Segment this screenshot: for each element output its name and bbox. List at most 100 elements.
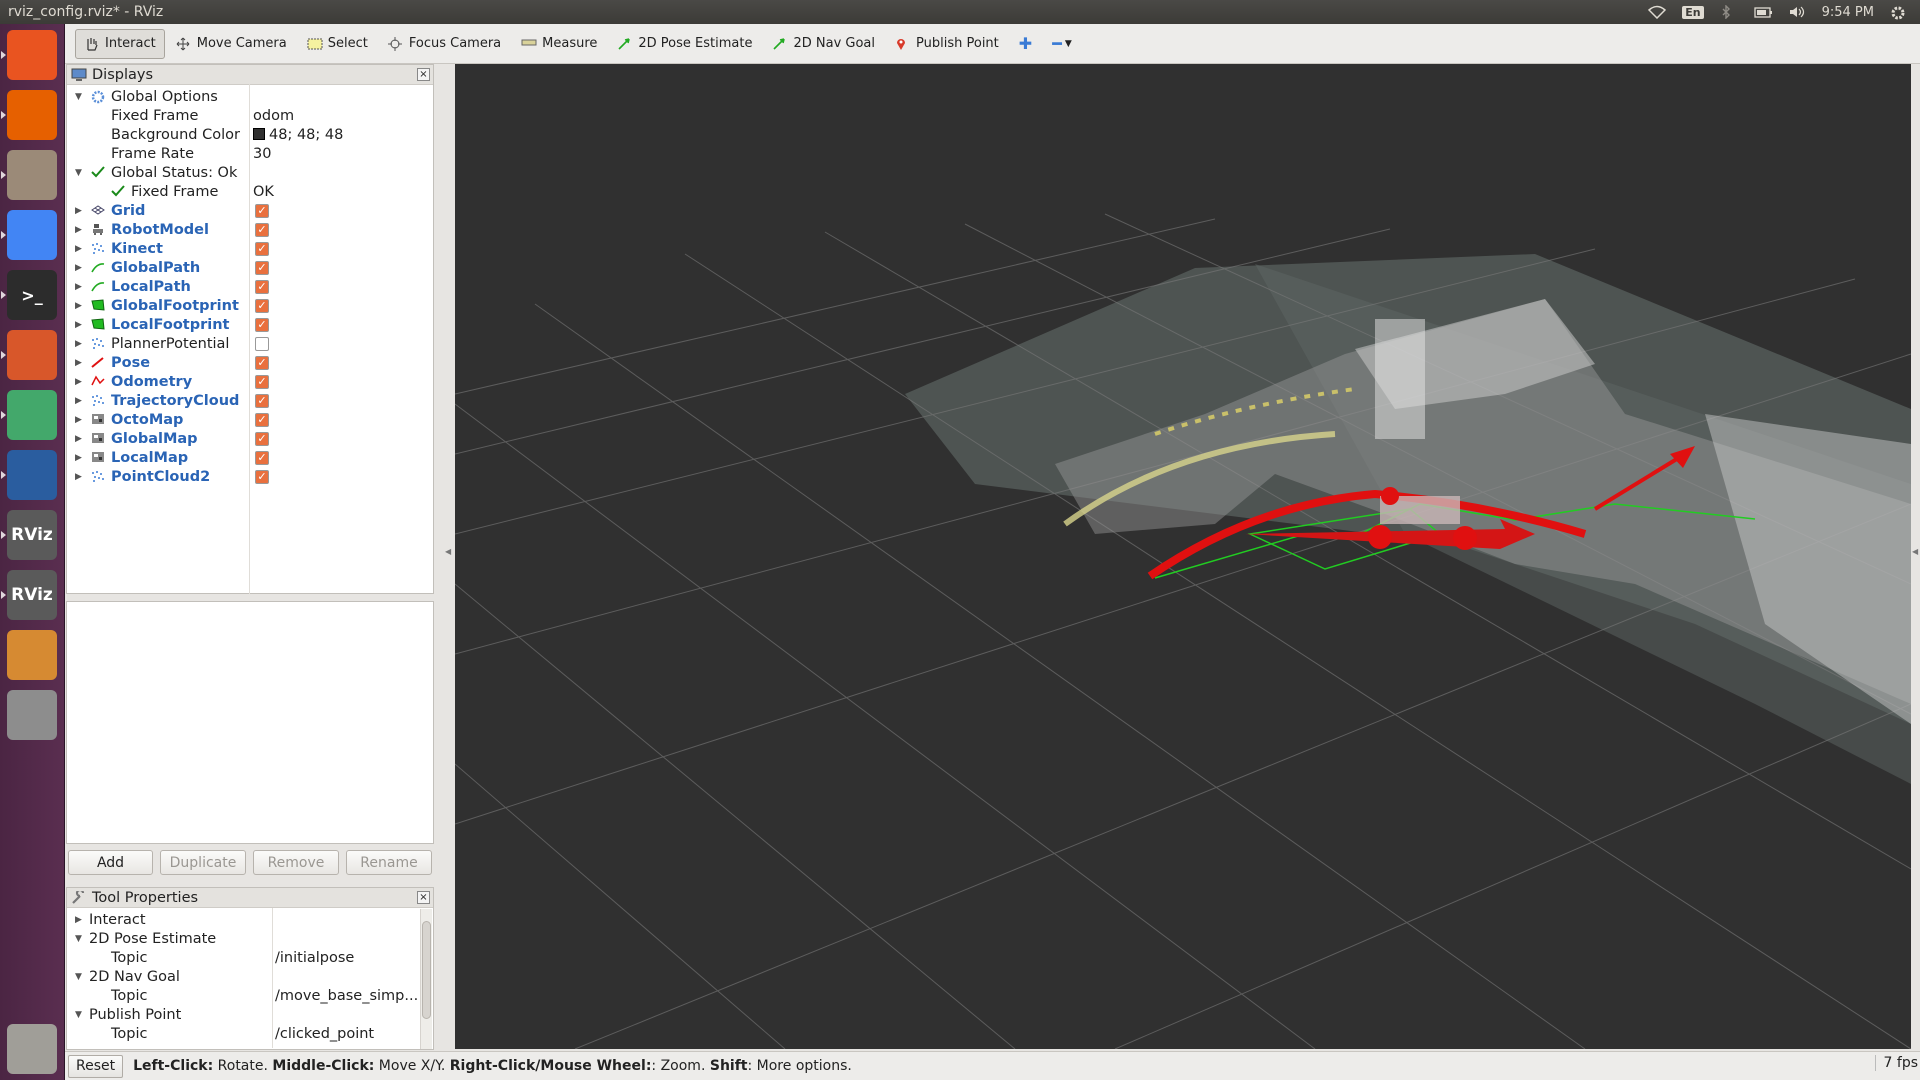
drive-icon[interactable] — [7, 690, 57, 740]
value-cell[interactable]: /move_base_simp... — [275, 988, 418, 1004]
tree-row-value[interactable]: /move_base_simp... — [275, 988, 418, 1004]
tool-property-row[interactable]: Topic/clicked_point — [67, 1024, 433, 1043]
tree-row-value[interactable]: OK — [253, 184, 274, 200]
display-item-globalfootprint[interactable]: ▶ GlobalFootprint ✓ — [67, 296, 433, 315]
expand-arrow-right-icon[interactable]: ▶ — [75, 320, 85, 330]
expand-arrow-down-icon[interactable]: ▼ — [75, 92, 85, 102]
tool-property-row[interactable]: ▼ Publish Point — [67, 1005, 433, 1024]
tool-publish-point[interactable]: Publish Point — [886, 29, 1008, 59]
expand-arrow-down-icon[interactable]: ▼ — [75, 972, 85, 982]
value-cell[interactable]: 48; 48; 48 — [253, 127, 343, 143]
expand-arrow-down-icon[interactable]: ▼ — [75, 934, 85, 944]
enable-checkbox[interactable]: ✓ — [255, 298, 269, 313]
value-cell[interactable]: /initialpose — [275, 950, 354, 966]
enable-checkbox[interactable]: ✓ — [255, 317, 269, 332]
display-option-row[interactable]: Background Color 48; 48; 48 — [67, 125, 433, 144]
expand-arrow-right-icon[interactable]: ▶ — [75, 434, 85, 444]
enable-checkbox[interactable]: ✓ — [255, 222, 269, 237]
enable-checkbox[interactable]: ✓ — [255, 260, 269, 275]
tree-row-value[interactable]: 30 — [253, 146, 271, 162]
expand-arrow-right-icon[interactable]: ▶ — [75, 244, 85, 254]
duplicate-button[interactable]: Duplicate — [160, 850, 246, 875]
reset-button[interactable]: Reset — [68, 1054, 124, 1078]
add-tool-button[interactable]: ✚ — [1010, 29, 1041, 59]
display-item-localmap[interactable]: ▶ LocalMap ✓ — [67, 448, 433, 467]
firefox-icon[interactable] — [7, 90, 57, 140]
tool-property-row[interactable]: ▶ Interact — [67, 910, 433, 929]
tree-row-value[interactable]: 48; 48; 48 — [269, 127, 343, 143]
value-cell[interactable]: OK — [253, 184, 274, 200]
tool-move-camera[interactable]: Move Camera — [167, 29, 296, 59]
bluetooth-icon[interactable] — [1720, 4, 1738, 20]
enable-checkbox[interactable]: ✓ — [255, 431, 269, 446]
display-option-row[interactable]: Frame Rate 30 — [67, 144, 433, 163]
display-item-pose[interactable]: ▶ Pose ✓ — [67, 353, 433, 372]
display-item-grid[interactable]: ▶ Grid ✓ — [67, 201, 433, 220]
display-option-row[interactable]: Fixed Frame OK — [67, 182, 433, 201]
display-item-octomap[interactable]: ▶ OctoMap ✓ — [67, 410, 433, 429]
enable-checkbox[interactable]: ✓ — [255, 241, 269, 256]
expand-arrow-right-icon[interactable]: ▶ — [75, 453, 85, 463]
rviz-icon[interactable]: RViz — [7, 510, 57, 560]
column-divider[interactable] — [249, 84, 250, 594]
expand-arrow-down-icon[interactable]: ▼ — [75, 1010, 85, 1020]
enable-checkbox[interactable]: ✓ — [255, 355, 269, 370]
display-option-row[interactable]: ▼ Global Status: Ok — [67, 163, 433, 182]
expand-arrow-right-icon[interactable]: ▶ — [75, 282, 85, 292]
close-icon[interactable]: × — [417, 68, 430, 81]
expand-arrow-right-icon[interactable]: ▶ — [75, 301, 85, 311]
enable-checkbox[interactable]: ✓ — [255, 279, 269, 294]
keyboard-layout-indicator[interactable]: En — [1682, 5, 1704, 19]
tool-property-row[interactable]: Topic/move_base_simp... — [67, 986, 433, 1005]
expand-arrow-right-icon[interactable]: ▶ — [75, 206, 85, 216]
display-option-row[interactable]: ▼ Global Options — [67, 87, 433, 106]
display-item-globalmap[interactable]: ▶ GlobalMap ✓ — [67, 429, 433, 448]
rviz-icon[interactable]: RViz — [7, 570, 57, 620]
value-cell[interactable]: /clicked_point — [275, 1026, 374, 1042]
expand-arrow-right-icon[interactable]: ▶ — [75, 396, 85, 406]
expand-arrow-right-icon[interactable]: ▶ — [75, 472, 85, 482]
enable-checkbox[interactable]: ✓ — [255, 374, 269, 389]
right-splitter[interactable]: ◀ — [1911, 64, 1920, 1051]
render-viewport[interactable] — [455, 64, 1911, 1049]
enable-checkbox[interactable]: ✓ — [255, 469, 269, 484]
writer-icon[interactable] — [7, 450, 57, 500]
tool-property-row[interactable]: ▼ 2D Pose Estimate — [67, 929, 433, 948]
expand-arrow-right-icon[interactable]: ▶ — [75, 415, 85, 425]
panel-splitter[interactable]: ◀ — [434, 64, 455, 1051]
value-cell[interactable]: 30 — [253, 146, 271, 162]
expand-arrow-right-icon[interactable]: ▶ — [75, 225, 85, 235]
files-icon[interactable] — [7, 150, 57, 200]
display-item-pointcloud2[interactable]: ▶ PointCloud2 ✓ — [67, 467, 433, 486]
enable-checkbox[interactable] — [255, 336, 269, 351]
tool-2d-pose-estimate[interactable]: 2D Pose Estimate — [608, 29, 761, 59]
scrollbar[interactable] — [420, 909, 432, 1049]
tool-interact[interactable]: Interact — [75, 28, 165, 59]
expand-arrow-right-icon[interactable]: ▶ — [75, 358, 85, 368]
terminal-icon[interactable]: >_ — [7, 270, 57, 320]
tree-row-value[interactable]: /clicked_point — [275, 1026, 374, 1042]
battery-icon[interactable] — [1753, 5, 1772, 19]
trash-icon[interactable] — [7, 1024, 57, 1074]
display-item-odometry[interactable]: ▶ Odometry ✓ — [67, 372, 433, 391]
expand-arrow-down-icon[interactable]: ▼ — [75, 168, 85, 178]
display-item-kinect[interactable]: ▶ Kinect ✓ — [67, 239, 433, 258]
close-icon[interactable]: × — [417, 891, 430, 904]
tool-select[interactable]: Select — [298, 29, 377, 59]
tool-2d-nav-goal[interactable]: 2D Nav Goal — [763, 29, 884, 59]
tool-properties-column-divider[interactable] — [272, 908, 273, 1048]
display-item-localpath[interactable]: ▶ LocalPath ✓ — [67, 277, 433, 296]
tool-measure[interactable]: Measure — [512, 29, 606, 59]
enable-checkbox[interactable]: ✓ — [255, 203, 269, 218]
tree-row-value[interactable]: odom — [253, 108, 294, 124]
color-swatch[interactable] — [253, 127, 265, 140]
display-item-trajectorycloud[interactable]: ▶ TrajectoryCloud ✓ — [67, 391, 433, 410]
remove-button[interactable]: Remove — [253, 850, 339, 875]
display-item-localfootprint[interactable]: ▶ LocalFootprint ✓ — [67, 315, 433, 334]
wifi-icon[interactable] — [1648, 5, 1667, 20]
expand-arrow-right-icon[interactable]: ▶ — [75, 263, 85, 273]
display-item-robotmodel[interactable]: ▶ RobotModel ✓ — [67, 220, 433, 239]
ubuntu-dash-icon[interactable] — [7, 30, 57, 80]
tree-row-value[interactable]: /initialpose — [275, 950, 354, 966]
chrome-icon[interactable] — [7, 210, 57, 260]
